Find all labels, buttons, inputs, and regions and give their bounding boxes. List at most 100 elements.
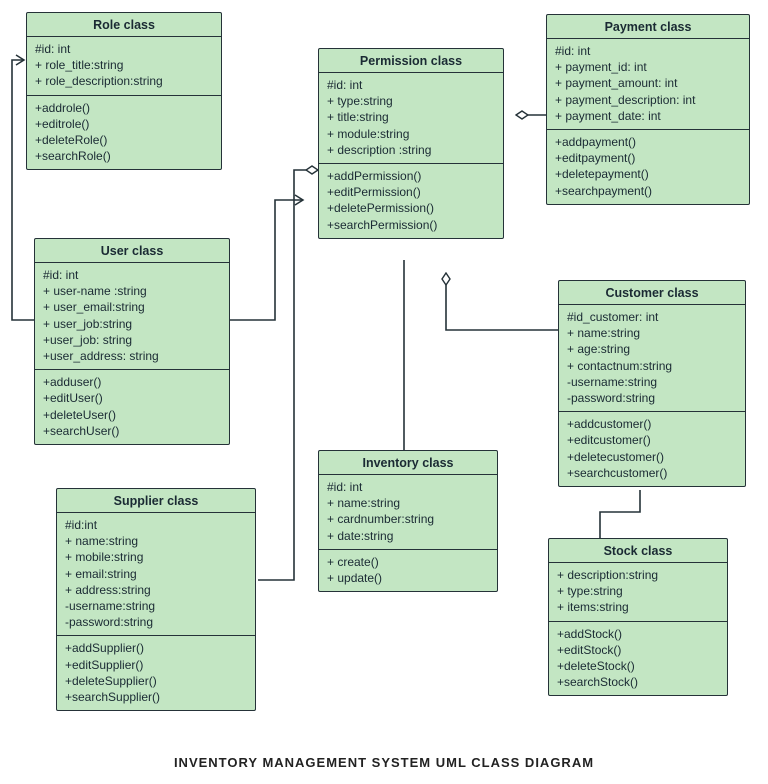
class-member: + description :string (327, 142, 495, 158)
diagram-caption: INVENTORY MANAGEMENT SYSTEM UML CLASS DI… (0, 755, 768, 770)
class-member: + address:string (65, 582, 247, 598)
class-member: -password:string (65, 614, 247, 630)
class-member: +adduser() (43, 374, 221, 390)
class-member: +deleteSupplier() (65, 673, 247, 689)
class-member: -password:string (567, 390, 737, 406)
class-title: Inventory class (319, 451, 497, 475)
class-title: Role class (27, 13, 221, 37)
class-member: +editUser() (43, 390, 221, 406)
class-member: -username:string (567, 374, 737, 390)
class-member: + payment_id: int (555, 59, 741, 75)
class-member: +addPermission() (327, 168, 495, 184)
class-member: +editStock() (557, 642, 719, 658)
class-member: +searchRole() (35, 148, 213, 164)
class-member: +deleteStock() (557, 658, 719, 674)
class-member: +searchUser() (43, 423, 221, 439)
class-member: + create() (327, 554, 489, 570)
class-member: +editSupplier() (65, 657, 247, 673)
class-member: +addpayment() (555, 134, 741, 150)
class-role: Role class #id: int+ role_title:string+ … (26, 12, 222, 170)
attributes-section: #id: int+ type:string+ title:string+ mod… (319, 73, 503, 164)
operations-section: +addrole()+editrole()+deleteRole()+searc… (27, 96, 221, 170)
class-member: +searchcustomer() (567, 465, 737, 481)
class-member: +addSupplier() (65, 640, 247, 656)
class-member: + title:string (327, 109, 495, 125)
class-member: + email:string (65, 566, 247, 582)
class-title: Supplier class (57, 489, 255, 513)
attributes-section: #id: int+ name:string+ cardnumber:string… (319, 475, 497, 550)
class-member: +deleteUser() (43, 407, 221, 423)
operations-section: +addPermission()+editPermission()+delete… (319, 164, 503, 238)
class-title: Stock class (549, 539, 727, 563)
class-member: + items:string (557, 599, 719, 615)
operations-section: +addpayment()+editpayment()+deletepaymen… (547, 130, 749, 204)
operations-section: + create()+ update() (319, 550, 497, 591)
class-member: + payment_amount: int (555, 75, 741, 91)
class-member: + name:string (567, 325, 737, 341)
attributes-section: #id: int+ role_title:string+ role_descri… (27, 37, 221, 96)
class-user: User class #id: int+ user-name :string+ … (34, 238, 230, 445)
class-member: +editcustomer() (567, 432, 737, 448)
class-member: + update() (327, 570, 489, 586)
class-member: + module:string (327, 126, 495, 142)
class-member: +user_job: string (43, 332, 221, 348)
class-member: + type:string (557, 583, 719, 599)
class-member: +deletePermission() (327, 200, 495, 216)
class-member: + name:string (327, 495, 489, 511)
class-member: + user_email:string (43, 299, 221, 315)
operations-section: +addSupplier()+editSupplier()+deleteSupp… (57, 636, 255, 710)
attributes-section: #id: int+ user-name :string+ user_email:… (35, 263, 229, 370)
class-member: +searchStock() (557, 674, 719, 690)
class-member: + contactnum:string (567, 358, 737, 374)
class-member: + age:string (567, 341, 737, 357)
class-title: Payment class (547, 15, 749, 39)
operations-section: +addcustomer()+editcustomer()+deletecust… (559, 412, 745, 486)
attributes-section: + description:string+ type:string+ items… (549, 563, 727, 622)
class-member: + description:string (557, 567, 719, 583)
class-member: #id: int (43, 267, 221, 283)
class-member: +addcustomer() (567, 416, 737, 432)
class-member: -username:string (65, 598, 247, 614)
class-member: +user_address: string (43, 348, 221, 364)
class-member: + role_description:string (35, 73, 213, 89)
class-member: + cardnumber:string (327, 511, 489, 527)
uml-class-diagram: { "caption": "INVENTORY MANAGEMENT SYSTE… (0, 0, 768, 784)
attributes-section: #id: int+ payment_id: int+ payment_amoun… (547, 39, 749, 130)
class-member: #id: int (35, 41, 213, 57)
class-member: +deletecustomer() (567, 449, 737, 465)
class-stock: Stock class + description:string+ type:s… (548, 538, 728, 696)
class-payment: Payment class #id: int+ payment_id: int+… (546, 14, 750, 205)
class-member: + payment_date: int (555, 108, 741, 124)
class-inventory: Inventory class #id: int+ name:string+ c… (318, 450, 498, 592)
class-member: + user-name :string (43, 283, 221, 299)
class-member: + name:string (65, 533, 247, 549)
attributes-section: #id:int+ name:string+ mobile:string+ ema… (57, 513, 255, 636)
class-member: + date:string (327, 528, 489, 544)
class-member: +deletepayment() (555, 166, 741, 182)
class-member: +editrole() (35, 116, 213, 132)
class-member: +addrole() (35, 100, 213, 116)
class-title: Permission class (319, 49, 503, 73)
attributes-section: #id_customer: int+ name:string+ age:stri… (559, 305, 745, 412)
class-member: #id: int (555, 43, 741, 59)
class-member: + payment_description: int (555, 92, 741, 108)
class-supplier: Supplier class #id:int+ name:string+ mob… (56, 488, 256, 711)
class-member: +deleteRole() (35, 132, 213, 148)
class-member: + role_title:string (35, 57, 213, 73)
class-member: #id_customer: int (567, 309, 737, 325)
class-member: + mobile:string (65, 549, 247, 565)
operations-section: +addStock()+editStock()+deleteStock()+se… (549, 622, 727, 696)
class-member: +searchPermission() (327, 217, 495, 233)
operations-section: +adduser()+editUser()+deleteUser()+searc… (35, 370, 229, 444)
class-member: +editpayment() (555, 150, 741, 166)
class-member: +searchpayment() (555, 183, 741, 199)
class-member: + type:string (327, 93, 495, 109)
class-title: Customer class (559, 281, 745, 305)
class-member: + user_job:string (43, 316, 221, 332)
class-customer: Customer class #id_customer: int+ name:s… (558, 280, 746, 487)
class-member: +editPermission() (327, 184, 495, 200)
class-member: #id: int (327, 77, 495, 93)
class-member: +addStock() (557, 626, 719, 642)
class-member: #id:int (65, 517, 247, 533)
class-title: User class (35, 239, 229, 263)
